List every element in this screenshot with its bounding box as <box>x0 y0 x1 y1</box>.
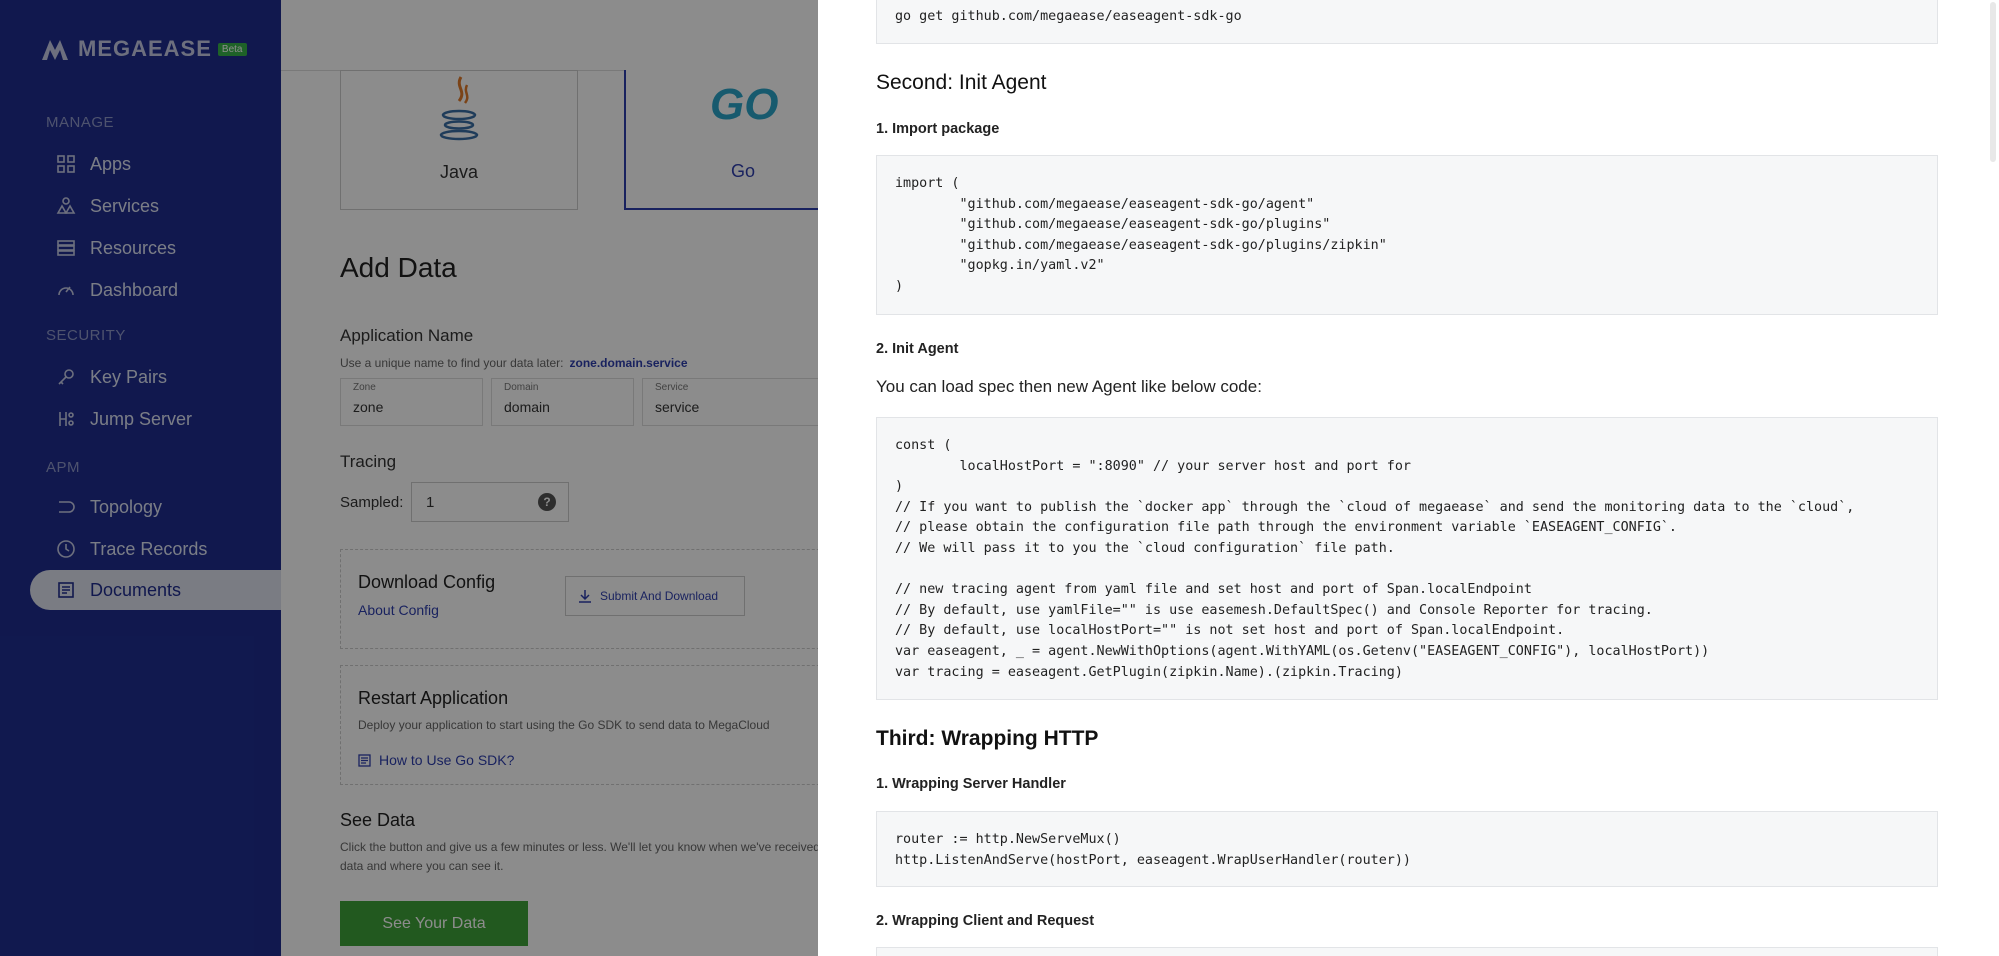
code-block-init-agent: const ( localHostPort = ":8090" // your … <box>876 417 1938 700</box>
clock-icon <box>56 539 76 559</box>
subsection-import-package: 1. Import package <box>876 121 1000 137</box>
java-icon <box>439 76 479 141</box>
tracing-title: Tracing <box>340 452 397 471</box>
subsection-wrapping-server-handler: 1. Wrapping Server Handler <box>876 776 1066 792</box>
application-name-hint: Use a unique name to find your data late… <box>340 356 688 370</box>
top-bar <box>281 0 818 71</box>
subsection-init-agent: 2. Init Agent <box>876 341 959 357</box>
sidebar-item-apps[interactable]: Apps <box>30 144 316 184</box>
sidebar-item-documents[interactable]: Documents <box>30 570 316 610</box>
logo[interactable]: MEGAEASE Beta <box>40 36 247 62</box>
domain-value: domain <box>504 399 550 415</box>
document-icon <box>358 753 371 767</box>
service-input[interactable]: Service service <box>642 378 818 426</box>
language-card-java[interactable]: Java <box>340 70 578 210</box>
see-data-desc: Click the button and give us a few minut… <box>340 840 818 873</box>
sampled-label: Sampled: <box>340 494 404 511</box>
domain-input[interactable]: Domain domain <box>491 378 634 426</box>
megaease-logo-icon <box>42 40 68 60</box>
key-icon <box>56 367 76 387</box>
topology-icon <box>56 497 76 517</box>
sidebar-item-label: Services <box>90 195 160 216</box>
sidebar-item-resources[interactable]: Resources <box>30 228 316 268</box>
code-block-client <box>876 947 1938 956</box>
see-data-title: See Data <box>340 810 416 830</box>
sidebar-item-topology[interactable]: Topology <box>30 487 316 527</box>
sidebar-item-label: Apps <box>90 153 132 174</box>
sampled-input[interactable]: 1 ? <box>411 482 569 522</box>
sidebar-item-label: Resources <box>90 237 177 258</box>
language-label: Go <box>730 161 755 181</box>
section-label-security: SECURITY <box>46 327 126 344</box>
zone-input[interactable]: Zone zone <box>340 378 483 426</box>
application-name-title: Application Name <box>340 326 474 345</box>
download-icon <box>579 590 591 603</box>
list-icon <box>56 238 76 258</box>
help-icon[interactable]: ? <box>538 493 556 511</box>
sidebar-item-key-pairs[interactable]: Key Pairs <box>30 357 316 397</box>
restart-application-panel: Restart Application Deploy your applicat… <box>340 665 818 785</box>
sidebar-item-label: Topology <box>90 496 163 517</box>
language-card-go[interactable]: GO Go <box>624 70 818 210</box>
download-config-title: Download Config <box>358 572 496 592</box>
how-to-use-go-sdk-link[interactable]: How to Use Go SDK? <box>358 752 514 768</box>
gauge-icon <box>56 280 76 300</box>
submit-and-download-button[interactable]: Submit And Download <box>565 576 745 616</box>
drawer-scrollbar[interactable] <box>1985 0 1999 956</box>
how-to-use-go-sdk-label: How to Use Go SDK? <box>379 752 515 768</box>
zone-label: Zone <box>353 382 376 393</box>
sidebar-item-services[interactable]: Services <box>30 186 316 226</box>
document-icon <box>56 580 76 600</box>
code-block-go-get: go get github.com/megaease/easeagent-sdk… <box>876 0 1938 44</box>
grid-icon <box>56 154 76 174</box>
domain-label: Domain <box>504 382 539 393</box>
sidebar-item-label: Dashboard <box>90 279 179 300</box>
see-your-data-button[interactable]: See Your Data <box>340 901 528 946</box>
sidebar-item-label: Key Pairs <box>90 366 168 387</box>
hint-link[interactable]: zone.domain.service <box>569 356 687 370</box>
documentation-drawer: go get github.com/megaease/easeagent-sdk… <box>818 0 1999 956</box>
sidebar-item-label: Jump Server <box>90 408 193 429</box>
scroll-thumb[interactable] <box>1990 2 1996 162</box>
section-title-init-agent: Second: Init Agent <box>876 71 1047 94</box>
about-config-link[interactable]: About Config <box>358 602 439 618</box>
jump-server-icon <box>56 409 76 429</box>
sidebar: MEGAEASE Beta MANAGE Apps Services Resou… <box>0 0 316 956</box>
service-label: Service <box>655 382 689 393</box>
section-title-wrapping-http: Third: Wrapping HTTP <box>876 727 1099 750</box>
sidebar-item-trace-records[interactable]: Trace Records <box>30 529 316 569</box>
restart-application-desc: Deploy your application to start using t… <box>358 718 770 732</box>
add-data-title: Add Data <box>340 252 457 283</box>
init-agent-desc: You can load spec then new Agent like be… <box>876 377 1262 396</box>
sidebar-item-jump-server[interactable]: Jump Server <box>30 399 316 439</box>
sidebar-item-label: Trace Records <box>90 538 208 559</box>
main-content: Java GO Go Add Data Application Name Use… <box>281 0 818 956</box>
hint-text: Use a unique name to find your data late… <box>340 356 564 370</box>
sampled-value: 1 <box>426 494 435 511</box>
sidebar-item-dashboard[interactable]: Dashboard <box>30 270 316 310</box>
sidebar-item-label: Documents <box>90 579 182 600</box>
beta-badge: Beta <box>217 42 247 56</box>
code-block-import: import ( "github.com/megaease/easeagent-… <box>876 155 1938 315</box>
code-block-server-handler: router := http.NewServeMux() http.Listen… <box>876 811 1938 887</box>
subsection-wrapping-client: 2. Wrapping Client and Request <box>876 913 1095 929</box>
go-logo: GO <box>710 80 779 129</box>
logo-text: MEGAEASE <box>78 36 212 61</box>
section-label-apm: APM <box>46 459 81 476</box>
service-value: service <box>655 399 700 415</box>
services-icon <box>56 196 76 216</box>
section-label-manage: MANAGE <box>46 114 115 131</box>
zone-value: zone <box>353 399 384 415</box>
language-label: Java <box>439 162 479 182</box>
submit-and-download-label: Submit And Download <box>600 589 719 603</box>
restart-application-title: Restart Application <box>358 688 509 708</box>
